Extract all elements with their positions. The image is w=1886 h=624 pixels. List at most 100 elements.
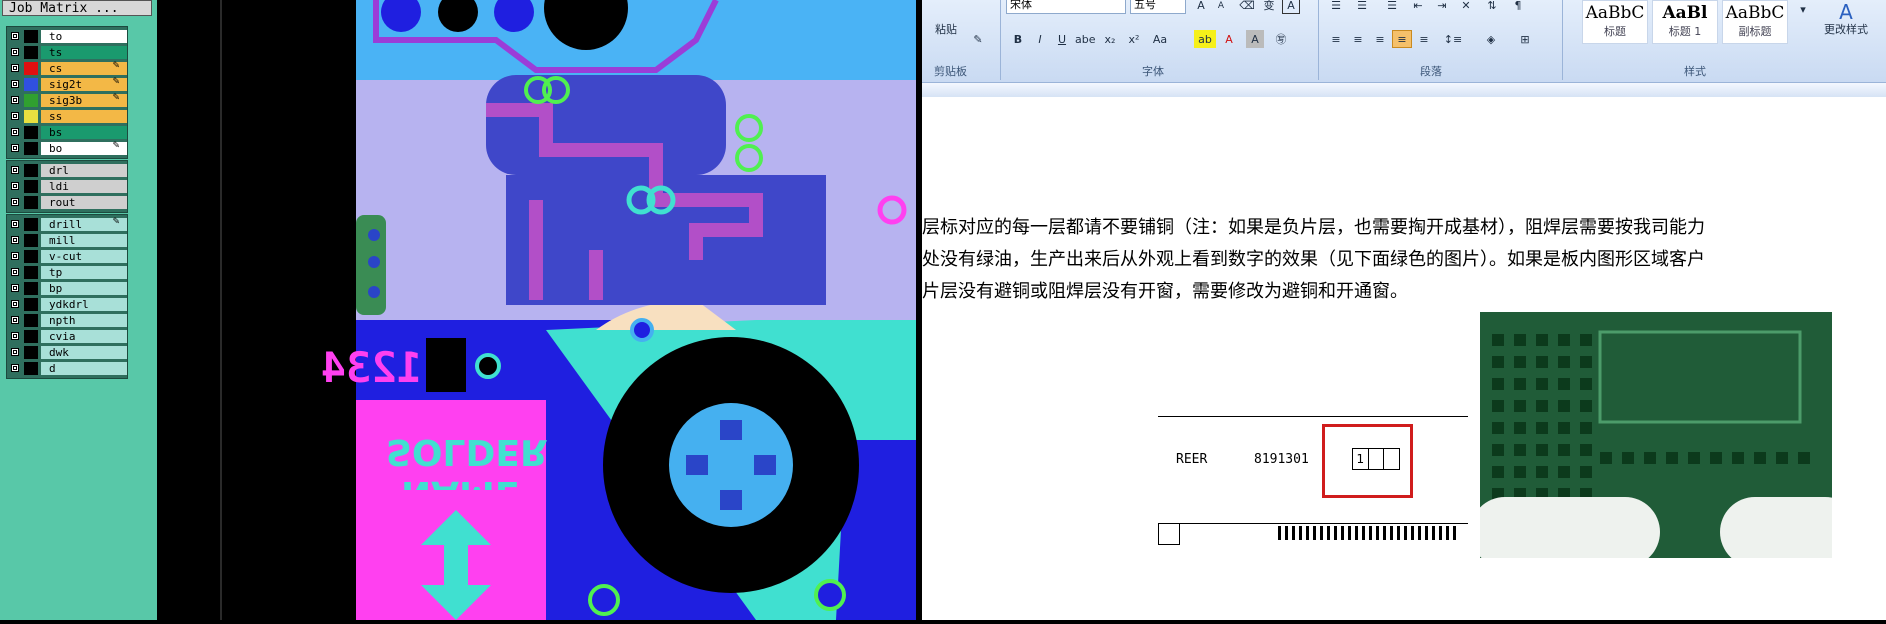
decrease-indent-icon[interactable]: ⇤ [1408, 0, 1428, 14]
layer-row-ss[interactable]: ss [8, 109, 127, 124]
layer-checkbox[interactable] [11, 252, 19, 260]
layer-color-swatch[interactable] [24, 164, 38, 177]
layer-color-swatch[interactable] [24, 142, 38, 155]
layer-name[interactable]: npth [41, 314, 127, 327]
layer-row-sig2t[interactable]: sig2t ✎ [8, 77, 127, 92]
layer-row-d[interactable]: d [8, 361, 127, 376]
layer-color-swatch[interactable] [24, 218, 38, 231]
layer-row-bp[interactable]: bp [8, 281, 127, 296]
layer-checkbox[interactable] [11, 348, 19, 356]
layer-name[interactable]: dwk [41, 346, 127, 359]
layer-checkbox[interactable] [11, 112, 19, 120]
layer-row-v-cut[interactable]: v-cut [8, 249, 127, 264]
job-matrix-title[interactable]: Job Matrix ... [2, 0, 152, 16]
shading-icon[interactable]: ◈ [1478, 30, 1504, 48]
shrink-font-icon[interactable]: A [1212, 0, 1230, 14]
layer-color-swatch[interactable] [24, 94, 38, 107]
layer-color-swatch[interactable] [24, 282, 38, 295]
show-marks-icon[interactable]: ¶ [1508, 0, 1528, 14]
sort-icon[interactable]: ⇅ [1482, 0, 1502, 14]
font-format-button[interactable]: Aa [1150, 30, 1170, 48]
layer-checkbox[interactable] [11, 144, 19, 152]
font-color-icon[interactable]: A [1220, 30, 1238, 48]
pcb-artwork[interactable]: 1234 SOLDER NAME [236, 0, 922, 620]
align-center-icon[interactable]: ≡ [1348, 30, 1368, 48]
layer-color-swatch[interactable] [24, 346, 38, 359]
layer-row-bo[interactable]: bo ✎ [8, 141, 127, 156]
layer-row-mill[interactable]: mill [8, 233, 127, 248]
asian-layout-icon[interactable]: ✕ [1456, 0, 1476, 14]
layer-name[interactable]: ts [41, 46, 127, 59]
layer-color-swatch[interactable] [24, 78, 38, 91]
layer-row-drl[interactable]: drl [8, 163, 127, 178]
layer-name[interactable]: cvia [41, 330, 127, 343]
layer-name[interactable]: mill [41, 234, 127, 247]
clear-format-icon[interactable]: ⌫ [1238, 0, 1256, 14]
layer-color-swatch[interactable] [24, 298, 38, 311]
layer-color-swatch[interactable] [24, 62, 38, 75]
layer-checkbox[interactable] [11, 64, 19, 72]
layer-color-swatch[interactable] [24, 196, 38, 209]
layer-checkbox[interactable] [11, 300, 19, 308]
justify-icon[interactable]: ≡ [1392, 30, 1412, 48]
layer-checkbox[interactable] [11, 364, 19, 372]
layer-color-swatch[interactable] [24, 314, 38, 327]
layer-name[interactable]: ldi [41, 180, 127, 193]
layer-color-swatch[interactable] [24, 126, 38, 139]
layer-name[interactable]: to [41, 30, 127, 43]
char-shading-icon[interactable]: A [1246, 30, 1264, 48]
layer-name[interactable]: bp [41, 282, 127, 295]
change-styles-button[interactable]: A 更改样式 [1815, 0, 1877, 44]
layer-color-swatch[interactable] [24, 330, 38, 343]
layer-color-swatch[interactable] [24, 266, 38, 279]
layer-row-ts[interactable]: ts [8, 45, 127, 60]
font-size-combo[interactable]: 五号 [1130, 0, 1186, 14]
layer-name[interactable]: d [41, 362, 127, 375]
layer-color-swatch[interactable] [24, 250, 38, 263]
layer-name[interactable]: bs [41, 126, 127, 139]
layer-checkbox[interactable] [11, 236, 19, 244]
layer-color-swatch[interactable] [24, 362, 38, 375]
bullets-icon[interactable]: ☰ [1326, 0, 1346, 14]
style-item[interactable]: AaBl 标题 1 [1652, 0, 1718, 44]
layer-checkbox[interactable] [11, 316, 19, 324]
layer-checkbox[interactable] [11, 332, 19, 340]
layer-name[interactable]: ss [41, 110, 127, 123]
layer-row-drill[interactable]: drill ✎ [8, 217, 127, 232]
paste-button[interactable]: 粘贴 [930, 20, 962, 42]
layer-color-swatch[interactable] [24, 110, 38, 123]
layer-name[interactable]: drl [41, 164, 127, 177]
style-item[interactable]: AaBbC 副标题 [1722, 0, 1788, 44]
font-format-button[interactable]: x² [1124, 30, 1144, 48]
layer-checkbox[interactable] [11, 96, 19, 104]
align-right-icon[interactable]: ≡ [1370, 30, 1390, 48]
layer-checkbox[interactable] [11, 284, 19, 292]
font-format-button[interactable]: abe [1074, 30, 1096, 48]
layer-checkbox[interactable] [11, 268, 19, 276]
align-left-icon[interactable]: ≡ [1326, 30, 1346, 48]
layer-name[interactable]: v-cut [41, 250, 127, 263]
layer-row-bs[interactable]: bs [8, 125, 127, 140]
layer-checkbox[interactable] [11, 48, 19, 56]
layer-checkbox[interactable] [11, 198, 19, 206]
layer-checkbox[interactable] [11, 32, 19, 40]
document-page[interactable]: 层标对应的每一层都请不要铺铜（注：如果是负片层，也需要掏开成基材），阻焊层需要按… [922, 98, 1886, 620]
enclose-char-icon[interactable]: ㊢ [1272, 30, 1290, 48]
borders-icon[interactable]: ⊞ [1512, 30, 1538, 48]
font-format-button[interactable]: I [1030, 30, 1050, 48]
increase-indent-icon[interactable]: ⇥ [1432, 0, 1452, 14]
layer-row-ldi[interactable]: ldi [8, 179, 127, 194]
font-name-combo[interactable]: 宋体 [1006, 0, 1126, 14]
font-format-button[interactable]: x₂ [1100, 30, 1120, 48]
layer-color-swatch[interactable] [24, 46, 38, 59]
numbering-icon[interactable]: ☰ [1352, 0, 1372, 14]
layer-name[interactable]: rout [41, 196, 127, 209]
layer-row-cvia[interactable]: cvia [8, 329, 127, 344]
phonetic-icon[interactable]: 变 [1260, 0, 1278, 14]
layer-row-dwk[interactable]: dwk [8, 345, 127, 360]
layer-row-ydkdrl[interactable]: ydkdrl [8, 297, 127, 312]
layer-checkbox[interactable] [11, 166, 19, 174]
layer-color-swatch[interactable] [24, 180, 38, 193]
layer-row-rout[interactable]: rout [8, 195, 127, 210]
char-border-icon[interactable]: A [1282, 0, 1300, 14]
